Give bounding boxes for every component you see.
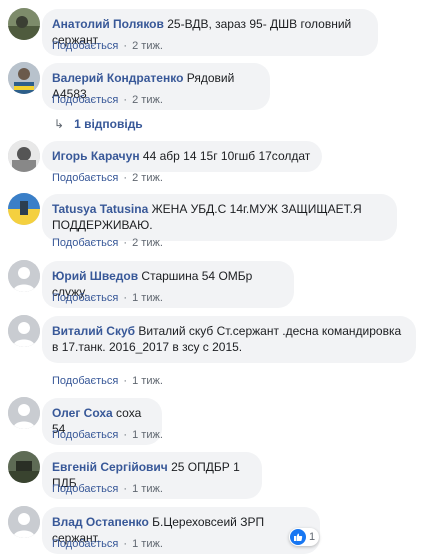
like-link[interactable]: Подобається [52,429,118,441]
default-avatar-icon [8,397,40,429]
comment-time[interactable]: 1 тиж. [132,375,163,387]
avatar-photo-icon [8,62,40,94]
replies-count[interactable]: 1 відповідь [74,117,143,131]
like-link[interactable]: Подобається [52,483,118,495]
comment-time[interactable]: 2 тиж. [132,172,163,184]
default-avatar-icon [8,506,40,538]
separator: · [123,483,128,495]
comment-time[interactable]: 1 тиж. [132,538,163,550]
comment-time[interactable]: 1 тиж. [132,483,163,495]
reaction-count: 1 [309,531,316,543]
separator: · [123,40,128,52]
comment-author[interactable]: Tatusya Tatusina [52,202,148,216]
separator: · [123,375,128,387]
separator: · [123,292,128,304]
comment-actions: Подобається · 2 тиж. [52,93,163,107]
comment-time[interactable]: 2 тиж. [132,237,163,249]
reply-arrow-icon: ↳ [54,117,65,131]
like-link[interactable]: Подобається [52,40,118,52]
separator: · [123,538,128,550]
avatar[interactable] [8,193,40,225]
comment-author[interactable]: Анатолий Поляков [52,17,164,31]
comment-time[interactable]: 2 тиж. [132,94,163,106]
comment-actions: Подобається · 1 тиж. [52,291,163,305]
comment-author[interactable]: Евгеній Сергійович [52,460,168,474]
avatar-photo-icon [8,8,40,40]
avatar-photo-icon [8,193,40,225]
comment-author[interactable]: Юрий Шведов [52,269,138,283]
comment-author[interactable]: Валерий Кондратенко [52,71,183,85]
like-link[interactable]: Подобається [52,292,118,304]
avatar[interactable] [8,397,40,429]
comment-bubble: Tatusya Tatusina ЖЕНА УБД.С 14г.МУЖ ЗАЩИ… [42,194,397,241]
comment-author[interactable]: Виталий Скуб [52,324,135,338]
like-link[interactable]: Подобається [52,172,118,184]
comment-actions: Подобається · 1 тиж. [52,428,163,442]
separator: · [123,429,128,441]
avatar-photo-icon [8,140,40,172]
comment-time[interactable]: 1 тиж. [132,292,163,304]
comment-actions: Подобається · 2 тиж. [52,236,163,250]
comment-actions: Подобається · 1 тиж. [52,374,163,388]
like-link[interactable]: Подобається [52,375,118,387]
comment-author[interactable]: Олег Соха [52,406,113,420]
default-avatar-icon [8,260,40,292]
comment-author[interactable]: Влад Остапенко [52,515,149,529]
separator: · [123,237,128,249]
comment-bubble: Виталий Скуб Виталий скуб Ст.сержант .де… [42,316,416,363]
comment-time[interactable]: 2 тиж. [132,40,163,52]
comment-actions: Подобається · 1 тиж. [52,537,163,551]
like-link[interactable]: Подобається [52,94,118,106]
like-link[interactable]: Подобається [52,538,118,550]
comment-actions: Подобається · 1 тиж. [52,482,163,496]
avatar[interactable] [8,506,40,538]
avatar[interactable] [8,451,40,483]
like-link[interactable]: Подобається [52,237,118,249]
comment-bubble: Игорь Карачун 44 абр 14 15г 10гшб 17солд… [42,141,322,172]
avatar[interactable] [8,8,40,40]
default-avatar-icon [8,315,40,347]
reaction-badge[interactable]: 1 [289,528,320,546]
avatar[interactable] [8,140,40,172]
comment-actions: Подобається · 2 тиж. [52,171,163,185]
separator: · [123,172,128,184]
like-icon [290,529,306,545]
separator: · [123,94,128,106]
comment-actions: Подобається · 2 тиж. [52,39,163,53]
avatar[interactable] [8,62,40,94]
avatar[interactable] [8,260,40,292]
avatar-photo-icon [8,451,40,483]
comment-author[interactable]: Игорь Карачун [52,149,140,163]
comment-text: 44 абр 14 15г 10гшб 17солдат [142,149,311,163]
comment-time[interactable]: 1 тиж. [132,429,163,441]
view-replies-link[interactable]: ↳ 1 відповідь [54,117,143,131]
avatar[interactable] [8,315,40,347]
